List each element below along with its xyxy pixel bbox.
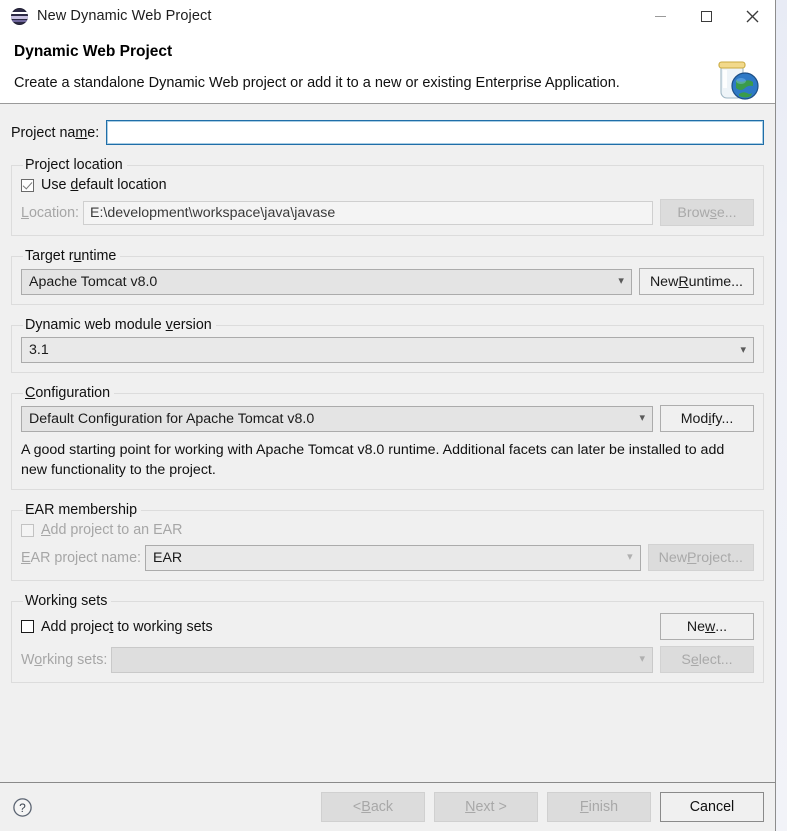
help-question-icon[interactable]: ? — [12, 797, 33, 818]
add-project-to-working-sets-checkbox[interactable] — [21, 620, 34, 633]
new-ear-project-button[interactable]: New Project... — [647, 544, 754, 571]
new-dynamic-web-project-dialog: New Dynamic Web Project Dynamic Web Proj… — [0, 0, 776, 831]
minimize-button[interactable] — [637, 0, 683, 32]
cancel-button[interactable]: Cancel — [660, 792, 764, 822]
configuration-combo[interactable]: Default Configuration for Apache Tomcat … — [21, 405, 653, 432]
ear-project-name-combo[interactable]: EAR ▾ — [144, 544, 641, 571]
target-runtime-row: Apache Tomcat v8.0 ▾ New Runtime... — [21, 268, 754, 295]
add-project-to-working-sets-label: Add project to working sets — [41, 618, 213, 635]
location-label: Location: — [21, 204, 80, 221]
working-sets-legend: Working sets — [25, 593, 108, 609]
title-bar: New Dynamic Web Project — [0, 0, 775, 32]
modify-button[interactable]: Mod i fy... — [660, 405, 754, 432]
module-version-row: 3.1 ▾ — [21, 337, 754, 363]
chevron-down-icon: ▾ — [639, 412, 645, 424]
ear-membership-legend: EAR membership — [25, 502, 138, 518]
next-button[interactable]: Next > — [434, 792, 538, 822]
add-project-to-ear-checkbox[interactable] — [21, 523, 34, 537]
window-title: New Dynamic Web Project — [37, 8, 212, 24]
ear-membership-group: EAR membership Add project to an EAR EAR… — [11, 502, 764, 581]
ear-project-name-value: EAR — [152, 549, 183, 566]
new-working-set-button[interactable]: Ne w... — [660, 613, 754, 640]
configuration-group: Configuration Default Configuration for … — [11, 385, 764, 490]
module-version-legend: Dynamic web module version — [25, 317, 212, 333]
project-name-input[interactable] — [106, 120, 764, 145]
finish-button[interactable]: Finish — [547, 792, 651, 822]
configuration-legend: Configuration — [25, 385, 111, 401]
dialog-header: Dynamic Web Project Create a standalone … — [0, 32, 775, 104]
use-default-location-row: Use default location — [21, 177, 754, 193]
chevron-down-icon: ▾ — [740, 343, 746, 356]
configuration-description: A good starting point for working with A… — [21, 442, 725, 478]
module-version-combo[interactable]: 3.1 ▾ — [21, 337, 754, 363]
project-name-row: Project name: — [11, 104, 764, 145]
target-runtime-group: Target runtime Apache Tomcat v8.0 ▾ New … — [11, 248, 764, 305]
window-controls — [637, 0, 775, 32]
add-project-to-ear-label: Add project to an EAR — [41, 522, 183, 538]
eclipse-icon — [11, 7, 28, 25]
use-default-location-checkbox[interactable] — [21, 178, 34, 192]
chevron-down-icon: ▾ — [627, 551, 633, 563]
new-runtime-button[interactable]: New Runtime... — [638, 268, 754, 295]
module-version-group: Dynamic web module version 3.1 ▾ — [11, 317, 764, 373]
add-to-ear-row: Add project to an EAR — [21, 522, 754, 538]
web-project-jar-globe-icon — [707, 54, 761, 104]
select-working-set-button[interactable]: Se lect... — [660, 646, 754, 673]
working-sets-label: Working sets: — [21, 651, 108, 668]
chevron-down-icon: ▾ — [639, 653, 645, 665]
working-sets-field-row: Working sets: ▾ Se lect... — [21, 646, 754, 673]
add-to-working-sets-row: Add project to working sets Ne w... — [21, 613, 754, 640]
use-default-location-label: Use default location — [41, 177, 167, 193]
back-button[interactable]: < Back — [321, 792, 425, 822]
location-input[interactable]: E:\development\workspace\java\javase — [83, 200, 653, 225]
dialog-body: Project name: Project location Use defau… — [0, 104, 775, 799]
project-location-legend: Project location — [25, 157, 123, 173]
working-sets-group: Working sets Add project to working sets… — [11, 593, 764, 683]
browse-button[interactable]: Brow s e... — [660, 199, 754, 226]
target-runtime-combo[interactable]: Apache Tomcat v8.0 ▾ — [21, 268, 632, 295]
module-version-value: 3.1 — [29, 342, 49, 358]
dialog-footer: ? < Back Next > Finish Cancel — [0, 783, 775, 831]
target-runtime-legend: Target runtime — [25, 248, 117, 264]
chevron-down-icon: ▾ — [618, 275, 624, 287]
maximize-button[interactable] — [683, 0, 729, 32]
ear-project-name-label: EAR project name: — [21, 549, 141, 566]
location-row: Location: E:\development\workspace\java\… — [21, 199, 754, 226]
project-name-label: Project name: — [11, 124, 100, 141]
close-icon[interactable] — [729, 0, 775, 32]
project-location-group: Project location Use default location Lo… — [11, 157, 764, 236]
configuration-value: Default Configuration for Apache Tomcat … — [29, 410, 315, 427]
page-title: Dynamic Web Project — [14, 43, 173, 60]
page-description: Create a standalone Dynamic Web project … — [14, 75, 620, 91]
svg-text:?: ? — [19, 801, 26, 815]
configuration-row: Default Configuration for Apache Tomcat … — [21, 405, 754, 432]
working-sets-combo[interactable]: ▾ — [111, 646, 653, 673]
ear-project-name-row: EAR project name: EAR ▾ New Project... — [21, 544, 754, 571]
target-runtime-value: Apache Tomcat v8.0 — [29, 273, 158, 290]
